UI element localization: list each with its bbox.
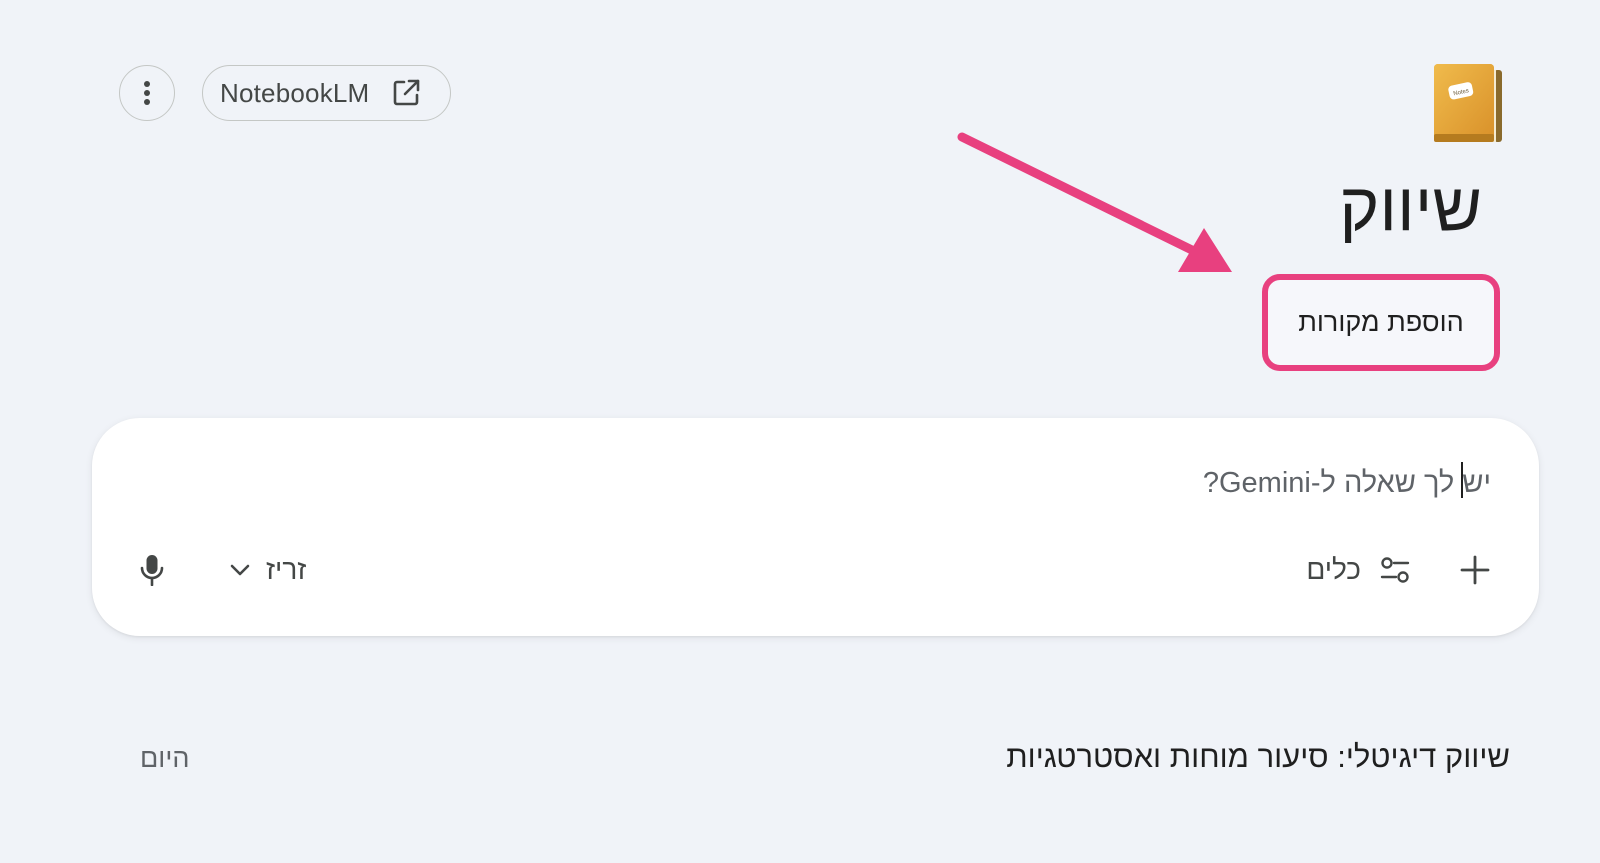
text-caret — [1461, 462, 1463, 498]
notebook-title: שיווק — [1339, 169, 1482, 245]
open-notebooklm-button[interactable]: NotebookLM — [202, 65, 451, 121]
tools-sliders-icon — [1380, 557, 1410, 583]
model-mode-label: זריז — [266, 554, 307, 585]
plus-icon — [1460, 555, 1490, 585]
notebook-icon: Notes — [1434, 64, 1502, 142]
tools-label: כלים — [1306, 554, 1361, 585]
prompt-input[interactable] — [189, 458, 1493, 508]
open-in-new-icon — [394, 79, 420, 106]
microphone-button[interactable] — [132, 546, 172, 594]
prompt-composer: כלים זריז — [92, 418, 1539, 636]
tools-button[interactable]: כלים — [1306, 546, 1411, 594]
add-sources-button[interactable]: הוספת מקורות — [1262, 274, 1500, 371]
chat-date: היום — [140, 743, 190, 773]
add-attachment-button[interactable] — [1453, 548, 1497, 592]
more-vert-icon — [144, 81, 150, 105]
chat-history-item[interactable]: שיווק דיגיטלי: סיעור מוחות ואסטרטגיות הי… — [140, 735, 1510, 785]
chevron-down-icon — [230, 564, 250, 576]
notebooklm-label: NotebookLM — [220, 77, 370, 108]
microphone-icon — [140, 555, 164, 586]
model-mode-selector[interactable]: זריז — [230, 546, 306, 594]
chat-title: שיווק דיגיטלי: סיעור מוחות ואסטרטגיות — [1006, 739, 1510, 774]
more-options-button[interactable] — [119, 65, 175, 121]
